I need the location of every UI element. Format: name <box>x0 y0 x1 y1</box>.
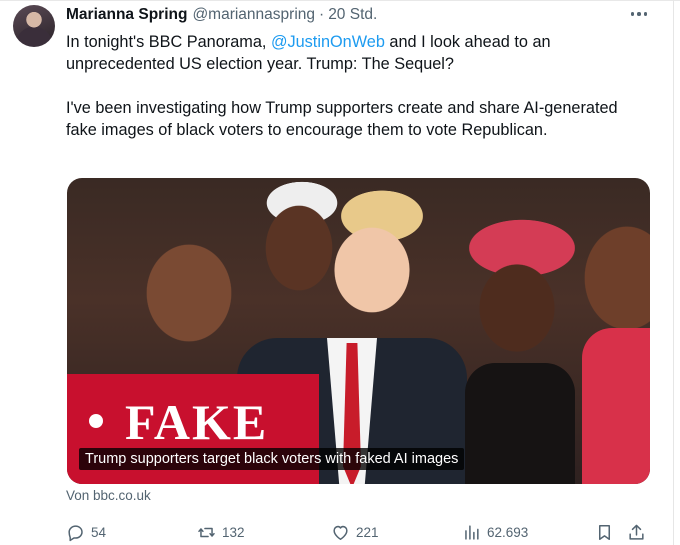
views-count: 62.693 <box>487 524 529 540</box>
like-count: 221 <box>356 524 379 540</box>
link-source[interactable]: Von bbc.co.uk <box>66 488 151 503</box>
photo-detail <box>465 363 575 484</box>
repost-count: 132 <box>222 524 245 540</box>
tweet-text-part: In tonight's BBC Panorama, <box>66 33 271 51</box>
reply-button[interactable]: 54 <box>66 521 106 543</box>
reply-count: 54 <box>91 524 107 540</box>
author-name[interactable]: Marianna Spring <box>66 6 187 24</box>
photo-detail <box>582 328 650 484</box>
divider <box>673 0 674 545</box>
tweet: Marianna Spring @mariannaspring · 20 Std… <box>0 0 680 545</box>
share-button[interactable] <box>627 521 646 543</box>
tweet-timestamp[interactable]: 20 Std. <box>328 6 377 24</box>
like-icon <box>331 523 350 542</box>
avatar[interactable] <box>13 5 55 47</box>
link-card-image[interactable]: FAKE Trump supporters target black voter… <box>67 178 650 484</box>
tweet-text: In tonight's BBC Panorama, @JustinOnWeb … <box>66 31 626 141</box>
bookmark-button[interactable] <box>595 521 614 543</box>
mention-link[interactable]: @JustinOnWeb <box>271 33 385 51</box>
repost-icon <box>197 523 216 542</box>
separator: · <box>319 6 325 23</box>
fake-label: FAKE <box>125 394 269 450</box>
like-button[interactable]: 221 <box>331 521 379 543</box>
author-handle[interactable]: @mariannaspring <box>192 6 315 24</box>
tweet-text-paragraph: I've been investigating how Trump suppor… <box>66 99 618 139</box>
repost-button[interactable]: 132 <box>197 521 245 543</box>
action-bar: 54 132 221 62.693 <box>66 521 656 543</box>
tweet-header: Marianna Spring @mariannaspring · 20 Std… <box>66 6 377 26</box>
share-icon <box>627 523 646 542</box>
link-card-caption[interactable]: Trump supporters target black voters wit… <box>79 448 465 470</box>
bullet-dot <box>89 414 103 428</box>
views-icon <box>462 523 481 542</box>
reply-icon <box>66 523 85 542</box>
bookmark-icon <box>595 523 614 542</box>
views-button[interactable]: 62.693 <box>462 521 528 543</box>
more-icon[interactable] <box>628 4 650 24</box>
divider <box>0 0 680 1</box>
